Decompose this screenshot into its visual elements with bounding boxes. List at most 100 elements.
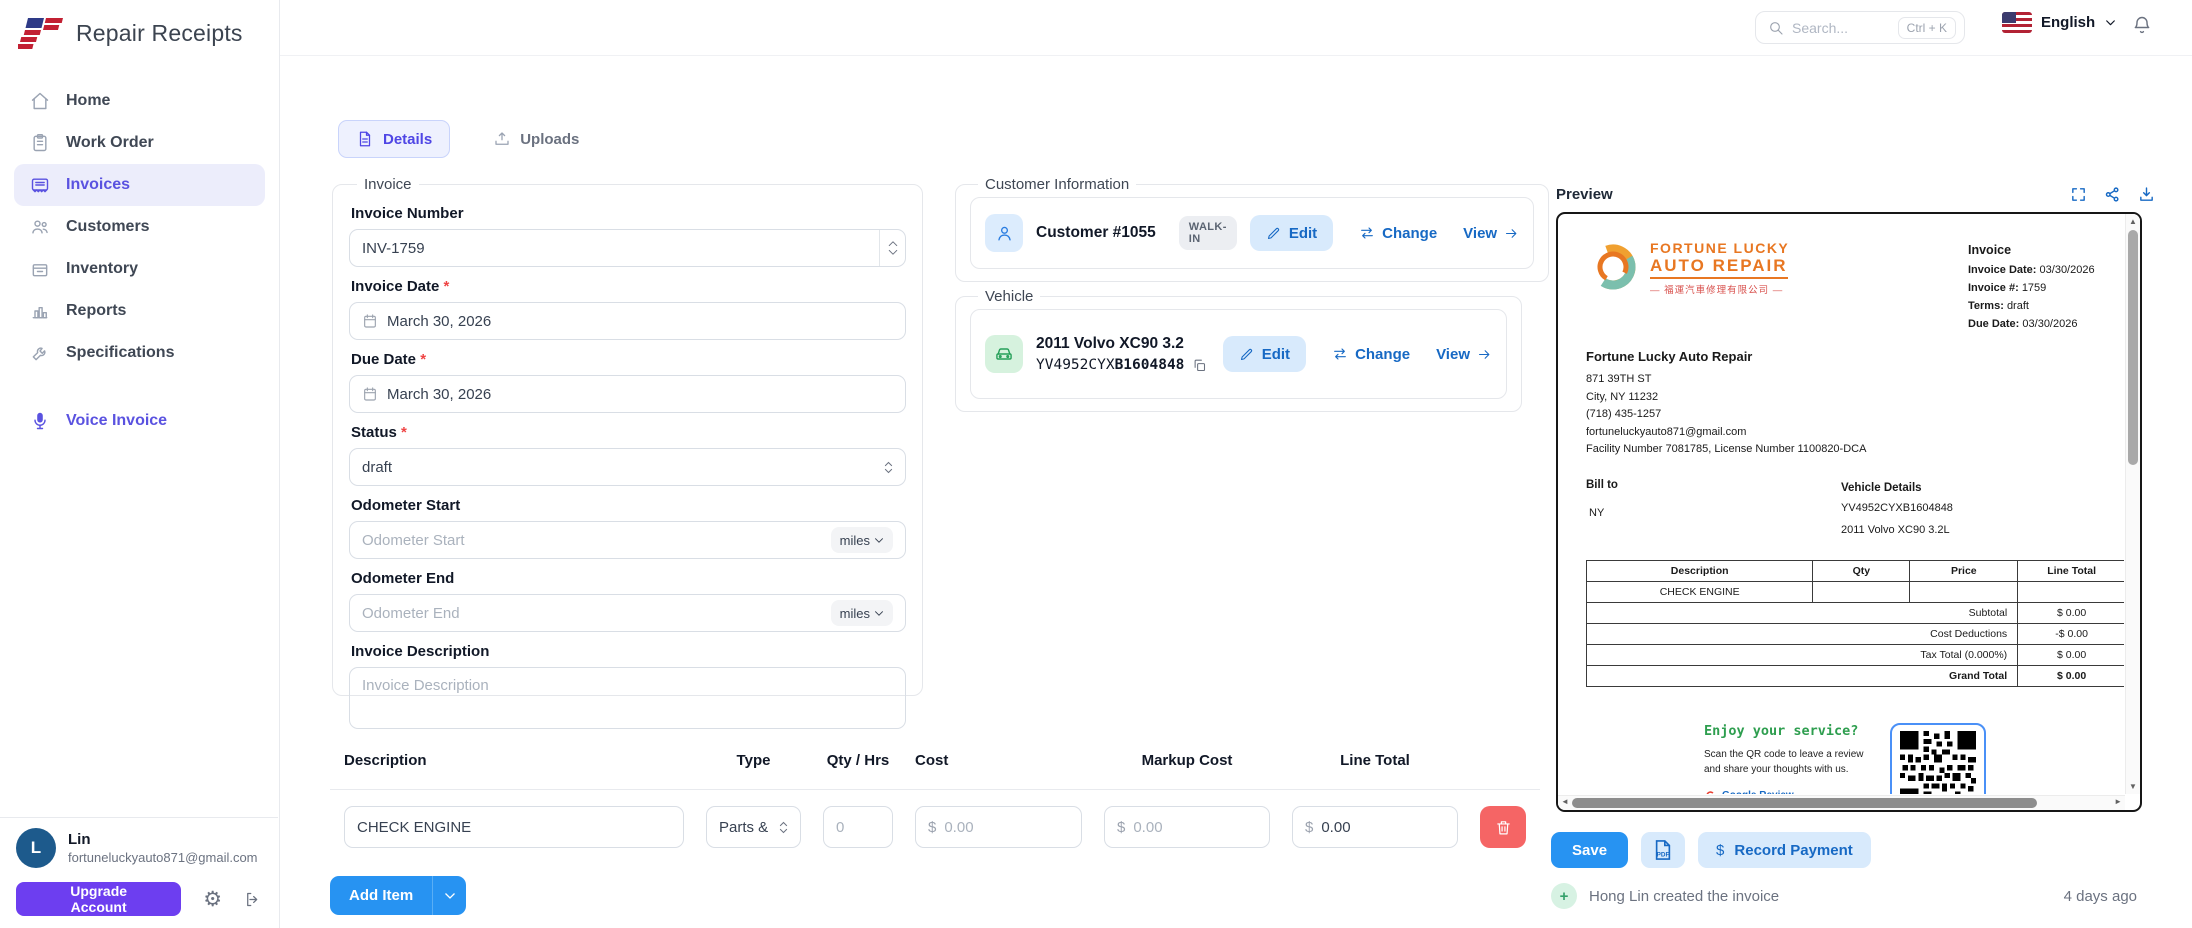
svg-text:PDF: PDF — [1657, 851, 1670, 858]
invoice-description-input[interactable] — [362, 677, 893, 719]
scroll-down-arrow-icon[interactable]: ▼ — [2126, 782, 2140, 791]
stepper-up-icon[interactable] — [888, 240, 898, 247]
sidebar-item-work-order[interactable]: Work Order — [14, 122, 265, 164]
scroll-left-arrow-icon[interactable]: ◄ — [1561, 797, 1569, 806]
review-qr-code: SCAN ME! — [1890, 723, 1986, 794]
repair-receipts-app: Repair Receipts Home Work Order Invoices… — [0, 0, 2192, 928]
line-item-row: Parts & $ $ $ — [344, 806, 1526, 848]
select-chevrons-icon — [884, 461, 893, 474]
chevron-down-icon — [444, 892, 456, 900]
vehicle-section-legend: Vehicle — [978, 288, 1040, 305]
delete-item-button[interactable] — [1480, 806, 1526, 848]
sidebar-item-label: Specifications — [66, 344, 174, 362]
search-input[interactable] — [1792, 20, 1890, 36]
chevron-down-icon — [874, 610, 884, 617]
odometer-start-unit-dropdown[interactable]: miles — [831, 527, 893, 553]
item-qty-input[interactable] — [836, 819, 880, 836]
bar-chart-icon — [30, 301, 50, 321]
invoice-date-field[interactable] — [349, 302, 906, 340]
scroll-right-arrow-icon[interactable]: ► — [2114, 797, 2122, 806]
expand-icon[interactable] — [2070, 186, 2087, 203]
sidebar-item-label: Invoices — [66, 176, 130, 194]
copy-icon[interactable] — [1192, 358, 1207, 373]
qr-code-icon — [1900, 731, 1976, 794]
select-chevrons-icon — [779, 821, 788, 834]
scroll-up-arrow-icon[interactable]: ▲ — [2126, 217, 2140, 226]
notification-bell-icon[interactable] — [2132, 15, 2152, 35]
status-select[interactable]: draft — [349, 448, 906, 486]
item-type-select[interactable]: Parts & — [706, 806, 801, 848]
odometer-end-unit-dropdown[interactable]: miles — [831, 600, 893, 626]
item-line-total-input[interactable] — [1321, 819, 1445, 836]
app-logo-icon — [18, 14, 66, 52]
user-name: Lin — [68, 831, 258, 848]
review-section: Enjoy your service? Scan the QR code to … — [1704, 723, 2120, 794]
sidebar-item-specifications[interactable]: Specifications — [14, 332, 265, 374]
customer-card: Customer #1055 WALK-IN Edit Change View — [970, 197, 1534, 269]
pdf-button[interactable]: PDF — [1641, 832, 1685, 868]
document-icon — [356, 130, 374, 148]
sidebar-item-invoices[interactable]: Invoices — [14, 164, 265, 206]
pencil-icon — [1266, 226, 1281, 241]
preview-vertical-scrollbar[interactable]: ▲ ▼ — [2125, 214, 2140, 794]
due-date-input[interactable] — [387, 386, 893, 403]
record-payment-button[interactable]: $ Record Payment — [1698, 832, 1871, 868]
due-date-field[interactable] — [349, 375, 906, 413]
invoice-number-input[interactable] — [362, 240, 871, 257]
search-shortcut: Ctrl + K — [1898, 17, 1956, 39]
sidebar-item-home[interactable]: Home — [14, 80, 265, 122]
shop-logo-line1: FORTUNE LUCKY — [1650, 240, 1789, 256]
sidebar-item-voice-invoice[interactable]: Voice Invoice — [14, 400, 265, 442]
odometer-end-input[interactable] — [362, 605, 831, 622]
customer-section-legend: Customer Information — [978, 176, 1136, 193]
tab-details[interactable]: Details — [338, 120, 450, 158]
language-selector[interactable]: English — [2002, 12, 2117, 33]
customers-icon — [30, 217, 50, 237]
sidebar-item-inventory[interactable]: Inventory — [14, 248, 265, 290]
item-description-input[interactable] — [357, 819, 671, 836]
sidebar-item-reports[interactable]: Reports — [14, 290, 265, 332]
us-flag-icon — [2002, 12, 2032, 33]
vehicle-view-button[interactable]: View — [1436, 346, 1492, 363]
col-type: Type — [706, 752, 801, 769]
customer-view-button[interactable]: View — [1463, 225, 1519, 242]
customer-edit-button[interactable]: Edit — [1250, 215, 1333, 251]
vehicle-edit-button[interactable]: Edit — [1223, 336, 1306, 372]
customer-change-button[interactable]: Change — [1359, 225, 1437, 242]
logout-icon[interactable] — [244, 890, 262, 909]
sidebar-nav: Home Work Order Invoices Customers Inven… — [0, 80, 279, 442]
search-box[interactable]: Ctrl + K — [1755, 11, 1965, 44]
activity-text: Hong Lin created the invoice — [1589, 888, 1779, 905]
sidebar-item-customers[interactable]: Customers — [14, 206, 265, 248]
preview-horizontal-scrollbar[interactable]: ◄ ► — [1558, 795, 2125, 810]
download-icon[interactable] — [2138, 186, 2155, 203]
invoice-meta-title: Invoice — [1968, 240, 2120, 261]
odometer-start-label: Odometer Start — [351, 497, 906, 514]
upgrade-account-button[interactable]: Upgrade Account — [16, 882, 181, 916]
number-stepper[interactable] — [879, 230, 905, 266]
odometer-start-input[interactable] — [362, 532, 831, 549]
add-item-dropdown-button[interactable] — [432, 876, 466, 915]
vertical-scroll-thumb[interactable] — [2128, 230, 2138, 465]
stepper-down-icon[interactable] — [888, 249, 898, 256]
avatar: L — [16, 828, 56, 868]
invoice-description-field — [349, 667, 906, 729]
add-item-button[interactable]: Add Item — [330, 876, 432, 915]
activity-log-row: + Hong Lin created the invoice 4 days ag… — [1551, 883, 2137, 909]
item-markup-input[interactable] — [1133, 819, 1257, 836]
calendar-icon — [362, 313, 378, 329]
horizontal-scroll-thumb[interactable] — [1572, 798, 2037, 808]
preview-line-item: CHECK ENGINE — [1587, 581, 2125, 602]
sidebar: Repair Receipts Home Work Order Invoices… — [0, 0, 280, 928]
item-cost-input[interactable] — [944, 819, 1069, 836]
vehicle-change-button[interactable]: Change — [1332, 346, 1410, 363]
invoice-date-input[interactable] — [387, 313, 893, 330]
settings-gear-icon[interactable]: ⚙ — [203, 889, 222, 910]
person-icon — [995, 224, 1014, 243]
save-button[interactable]: Save — [1551, 832, 1628, 868]
share-icon[interactable] — [2104, 186, 2121, 203]
odometer-end-label: Odometer End — [351, 570, 906, 587]
calendar-icon — [362, 386, 378, 402]
tab-uploads[interactable]: Uploads — [476, 120, 596, 158]
pencil-icon — [1239, 347, 1254, 362]
